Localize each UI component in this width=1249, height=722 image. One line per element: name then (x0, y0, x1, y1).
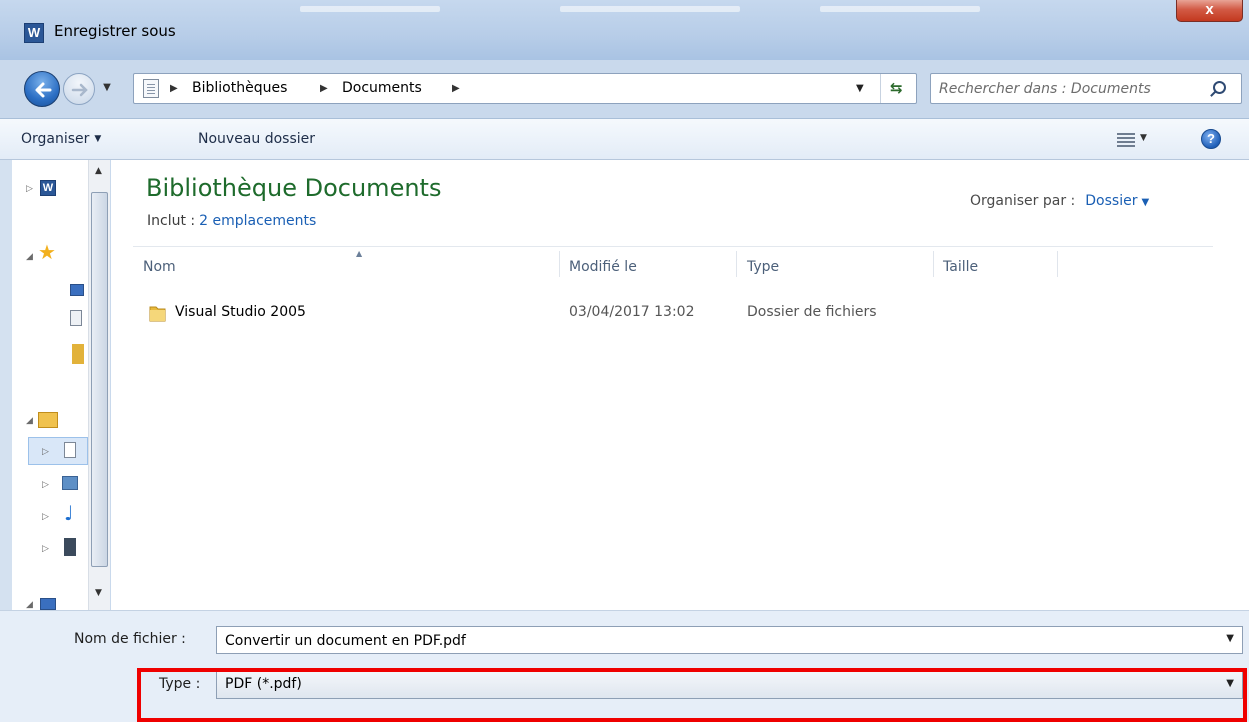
scroll-down-icon[interactable]: ▼ (95, 588, 102, 598)
search-box[interactable] (930, 73, 1242, 104)
window-title: Enregistrer sous (54, 22, 176, 40)
address-bar[interactable]: ▶ Bibliothèques ▶ Documents ▶ ▼ ⇆ (133, 73, 917, 104)
search-icon[interactable] (1213, 81, 1226, 94)
back-button[interactable] (24, 71, 60, 107)
filename-combobox[interactable]: ▼ (216, 626, 1243, 654)
file-modified: 03/04/2017 13:02 (569, 304, 695, 320)
column-divider[interactable] (559, 251, 560, 277)
column-name[interactable]: Nom (143, 259, 176, 275)
ghost-ribbon (300, 6, 440, 12)
breadcrumb-bibliotheques[interactable]: Bibliothèques (192, 80, 287, 96)
libraries-icon[interactable] (38, 412, 58, 428)
view-options-icon[interactable] (1117, 132, 1135, 148)
help-icon[interactable]: ? (1201, 129, 1221, 149)
table-row[interactable]: Visual Studio 2005 03/04/2017 13:02 Doss… (133, 300, 1213, 328)
breadcrumb-separator-icon[interactable]: ▶ (170, 80, 178, 98)
column-divider[interactable] (933, 251, 934, 277)
documents-icon[interactable] (64, 442, 76, 458)
file-type: Dossier de fichiers (747, 304, 877, 320)
back-arrow-icon (35, 82, 52, 98)
refresh-icon[interactable]: ⇆ (890, 79, 903, 97)
expand-icon[interactable]: ▷ (42, 512, 49, 522)
word-recent-icon[interactable]: W (40, 180, 56, 196)
desktop-icon[interactable] (70, 284, 84, 296)
star-icon[interactable]: ★ (38, 242, 56, 262)
recent-pages-dropdown[interactable]: ▼ (100, 77, 114, 99)
music-icon[interactable]: ♩ (64, 503, 80, 523)
column-divider[interactable] (1057, 251, 1058, 277)
address-divider (880, 74, 881, 103)
expand-icon[interactable]: ▷ (42, 544, 49, 554)
file-list-pane: Bibliothèque Documents Inclut :2 emplace… (111, 160, 1249, 610)
highlight-box (137, 668, 1247, 722)
library-includes: Inclut :2 emplacements (147, 213, 316, 229)
breadcrumb-separator-icon[interactable]: ▶ (320, 80, 328, 98)
expand-icon[interactable]: ▷ (42, 447, 49, 457)
word-logo-icon: W (24, 23, 44, 43)
chevron-down-icon[interactable]: ▼ (1141, 197, 1149, 208)
ghost-ribbon (560, 6, 740, 12)
scroll-up-icon[interactable]: ▲ (95, 166, 102, 176)
videos-icon[interactable] (64, 538, 76, 556)
downloads-icon[interactable] (70, 310, 82, 326)
nav-scrollbar[interactable]: ▲ ▼ (88, 160, 110, 610)
view-options-dropdown[interactable]: ▼ (1140, 133, 1147, 143)
includes-label: Inclut : (147, 213, 196, 229)
arrange-by: Organiser par : Dossier ▼ (970, 193, 1149, 209)
ghost-ribbon (820, 6, 980, 12)
chevron-down-icon: ▼ (94, 134, 102, 144)
breadcrumb-documents[interactable]: Documents (342, 80, 422, 96)
file-name: Visual Studio 2005 (175, 304, 306, 320)
nav-item-documents[interactable] (28, 437, 88, 465)
close-button[interactable]: x (1176, 0, 1243, 22)
title-bar: W Enregistrer sous x (0, 0, 1249, 60)
navigation-pane: ▷ W ◢ ★ ◢ ▷ ▷ ▷ ♩ ▷ ◢ ▲ ▼ (0, 160, 110, 610)
arrange-label: Organiser par : (970, 193, 1076, 209)
scroll-thumb[interactable] (91, 192, 108, 567)
pane-edge (0, 160, 12, 610)
column-type[interactable]: Type (747, 259, 779, 275)
organize-label: Organiser (21, 131, 90, 147)
chevron-down-icon[interactable]: ▼ (1226, 633, 1234, 644)
search-input[interactable] (939, 79, 1201, 99)
column-size[interactable]: Taille (943, 259, 978, 275)
column-divider[interactable] (736, 251, 737, 277)
pictures-icon[interactable] (62, 476, 78, 490)
organize-button[interactable]: Organiser ▼ (21, 131, 101, 147)
folder-icon[interactable] (72, 344, 84, 364)
column-modified[interactable]: Modifié le (569, 259, 637, 275)
library-icon (143, 79, 159, 98)
collapse-icon[interactable]: ◢ (26, 600, 33, 610)
collapse-icon[interactable]: ◢ (26, 416, 33, 426)
breadcrumb-separator-icon[interactable]: ▶ (452, 80, 460, 98)
command-bar: Organiser ▼ Nouveau dossier ▼ ? (0, 118, 1249, 160)
address-dropdown[interactable]: ▼ (856, 80, 864, 98)
library-title: Bibliothèque Documents (146, 174, 442, 202)
column-header-row: ▲ Nom Modifié le Type Taille (133, 246, 1213, 282)
computer-icon[interactable] (40, 598, 56, 610)
expand-icon[interactable]: ▷ (26, 184, 33, 194)
new-folder-button[interactable]: Nouveau dossier (198, 131, 315, 147)
expand-icon[interactable]: ▷ (42, 480, 49, 490)
filename-label: Nom de fichier : (74, 631, 186, 647)
forward-button[interactable] (63, 73, 95, 105)
sort-ascending-icon: ▲ (356, 249, 363, 258)
folder-icon (149, 306, 166, 322)
forward-arrow-icon (71, 83, 88, 97)
includes-link[interactable]: 2 emplacements (199, 213, 316, 229)
collapse-icon[interactable]: ◢ (26, 252, 33, 262)
filename-input[interactable] (225, 631, 1185, 651)
arrange-dropdown[interactable]: Dossier (1085, 193, 1137, 209)
